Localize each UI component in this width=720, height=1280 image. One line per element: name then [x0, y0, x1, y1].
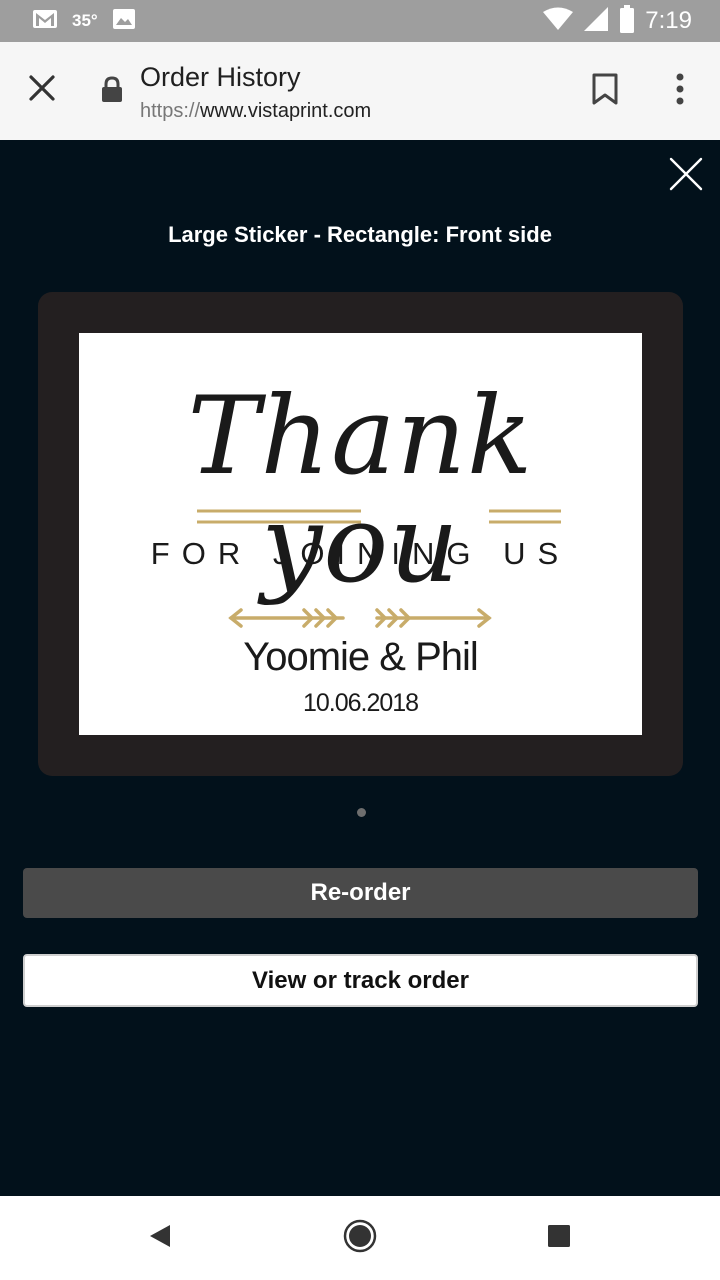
- home-circle-icon: [343, 1219, 377, 1258]
- status-bar: 35° 7:19: [0, 0, 720, 42]
- home-button[interactable]: [338, 1216, 382, 1260]
- lock-icon[interactable]: [101, 76, 123, 104]
- sticker-preview[interactable]: Thank you FOR JOINING US Yoomie & Phil 1…: [79, 333, 642, 735]
- sticker-subtitle: FOR JOINING US: [150, 536, 571, 571]
- page-title: Order History: [140, 62, 301, 92]
- navigation-bar: [0, 1196, 720, 1280]
- right-arrow-icon: [375, 608, 492, 628]
- recents-button[interactable]: [537, 1216, 581, 1260]
- page-url[interactable]: https://www.vistaprint.com: [140, 100, 371, 123]
- battery-icon: [619, 4, 635, 38]
- image-icon: [112, 8, 136, 35]
- left-arrow-icon: [228, 608, 345, 628]
- close-preview-button[interactable]: [664, 154, 708, 198]
- view-track-order-button[interactable]: View or track order: [23, 954, 698, 1007]
- gmail-icon: [32, 9, 58, 34]
- recents-square-icon: [547, 1224, 571, 1253]
- temperature-label: 35°: [72, 11, 98, 30]
- close-tab-button[interactable]: [22, 70, 62, 110]
- url-host: www.vistaprint.com: [200, 100, 372, 122]
- back-triangle-icon: [148, 1223, 172, 1254]
- bookmark-button[interactable]: [586, 70, 624, 112]
- reorder-button[interactable]: Re-order: [23, 868, 698, 918]
- sticker-names: Yoomie & Phil: [243, 635, 479, 679]
- back-button[interactable]: [138, 1216, 182, 1260]
- close-icon: [669, 157, 703, 196]
- sticker-date: 10.06.2018: [302, 689, 419, 717]
- more-vertical-icon: [675, 73, 685, 110]
- bookmark-icon: [592, 73, 618, 110]
- wifi-icon: [543, 7, 574, 36]
- signal-icon: [583, 6, 609, 37]
- url-scheme: https://: [140, 100, 201, 122]
- close-icon: [28, 74, 56, 107]
- product-title: Large Sticker - Rectangle: Front side: [168, 222, 552, 247]
- pagination-dot[interactable]: [357, 808, 366, 817]
- browser-toolbar: Order History https://www.vistaprint.com: [0, 42, 720, 140]
- clock: 7:19: [645, 7, 692, 34]
- overflow-menu-button[interactable]: [660, 70, 700, 112]
